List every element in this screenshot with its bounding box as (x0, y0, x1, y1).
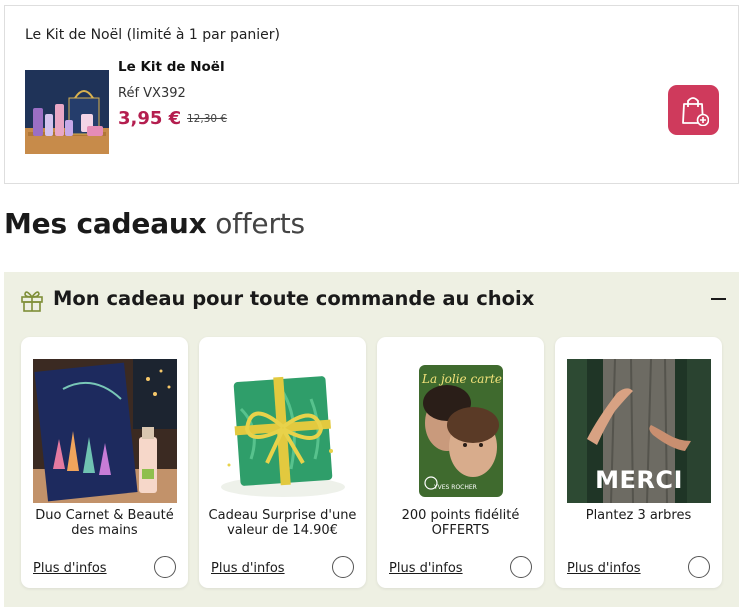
gift-option-radio[interactable] (332, 556, 354, 578)
kit-price: 3,95 € (118, 108, 182, 129)
minus-icon[interactable] (709, 289, 729, 309)
kit-card: Le Kit de Noël (limité à 1 par panier) L… (4, 5, 739, 184)
wrapped-gift-photo (211, 359, 355, 503)
kit-old-price: 12,30 € (187, 113, 228, 125)
gift-option-name: Plantez 3 arbres (585, 508, 692, 523)
gift-panel-title: Mon cadeau pour toute commande au choix (53, 287, 535, 310)
tree-hug-caption: MERCI (595, 466, 683, 494)
more-info-link[interactable]: Plus d'infos (211, 561, 285, 576)
gift-option-radio[interactable] (688, 556, 710, 578)
gift-option-radio[interactable] (154, 556, 176, 578)
tree-hug-photo: MERCI (567, 359, 711, 503)
add-to-cart-button[interactable] (668, 85, 719, 135)
kit-heading: Le Kit de Noël (limité à 1 par panier) (25, 27, 281, 43)
gift-option-radio[interactable] (510, 556, 532, 578)
gift-option-name: 200 points fidélité OFFERTS (401, 508, 520, 538)
section-title-bold: Mes cadeaux (4, 207, 207, 240)
kit-product-image[interactable] (25, 70, 109, 154)
section-title: Mes cadeaux offerts (4, 207, 305, 240)
more-info-link[interactable]: Plus d'infos (567, 561, 641, 576)
gift-option-name: Cadeau Surprise d'une valeur de 14.90€ (208, 508, 357, 538)
kit-name[interactable]: Le Kit de Noël (118, 59, 225, 75)
gift-panel: Mon cadeau pour toute commande au choix … (4, 272, 739, 607)
gift-option-card[interactable]: Duo Carnet & Beauté des mains Plus d'inf… (21, 337, 188, 588)
gift-option-card[interactable]: MERCI Plantez 3 arbres Plus d'infos (555, 337, 722, 588)
gift-option-card[interactable]: Cadeau Surprise d'une valeur de 14.90€ P… (199, 337, 366, 588)
kit-reference: Réf VX392 (118, 86, 186, 101)
more-info-link[interactable]: Plus d'infos (33, 561, 107, 576)
more-info-link[interactable]: Plus d'infos (389, 561, 463, 576)
gift-option-name: Duo Carnet & Beauté des mains (35, 508, 174, 538)
section-title-light: offerts (215, 207, 305, 240)
gift-icon (21, 291, 43, 312)
loyalty-card-brand: YVES ROCHER (434, 484, 477, 491)
shopping-bag-plus-icon (681, 97, 709, 126)
loyalty-card-script: La jolie carte (422, 372, 503, 386)
notebook-and-hand-cream-photo (33, 359, 177, 503)
